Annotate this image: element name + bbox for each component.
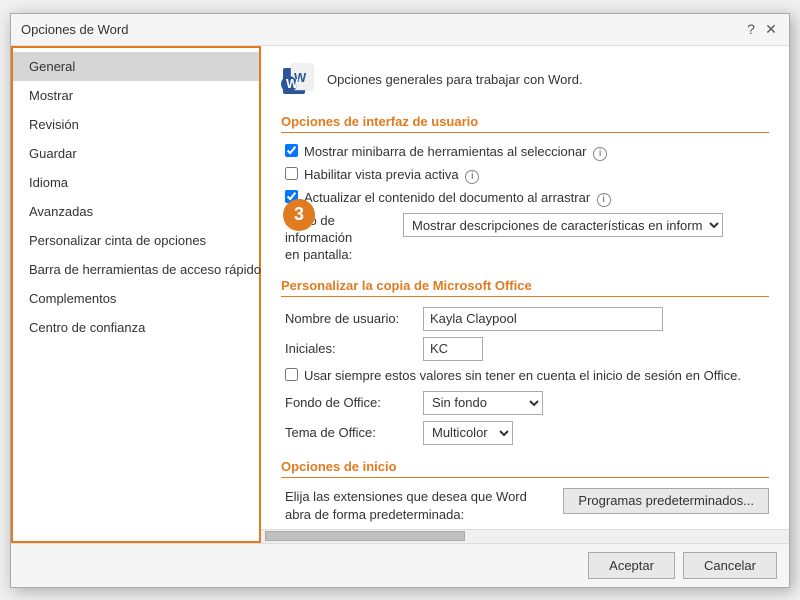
sidebar-item-centro-confianza[interactable]: Centro de confianza	[13, 313, 259, 342]
sidebar-item-revision[interactable]: Revisión	[13, 110, 259, 139]
fondo-row: Fondo de Office: Sin fondo	[281, 391, 769, 415]
option-actualizar-row: Actualizar el contenido del documento al…	[281, 189, 769, 207]
nombre-row: Nombre de usuario:	[281, 307, 769, 331]
title-bar-controls: ? ✕	[743, 21, 779, 37]
usar-siempre-row: Usar siempre estos valores sin tener en …	[281, 367, 769, 385]
dialog: Opciones de Word ? ✕ General Mostrar Rev…	[10, 13, 790, 588]
tema-select[interactable]: Multicolor	[423, 421, 513, 445]
estilo-select[interactable]: Mostrar descripciones de características…	[403, 213, 723, 237]
info-icon-vista-previa[interactable]: i	[465, 170, 479, 184]
dialog-title: Opciones de Word	[21, 22, 128, 37]
bottom-bar: Aceptar Cancelar	[11, 543, 789, 587]
info-icon-actualizar[interactable]: i	[597, 193, 611, 207]
sidebar: General Mostrar Revisión Guardar Idioma …	[11, 46, 261, 543]
close-button[interactable]: ✕	[763, 21, 779, 37]
sidebar-item-complementos[interactable]: Complementos	[13, 284, 259, 313]
sidebar-item-barra-herramientas[interactable]: Barra de herramientas de acceso rápido	[13, 255, 259, 284]
cancelar-button[interactable]: Cancelar	[683, 552, 777, 579]
tema-row: Tema de Office: Multicolor	[281, 421, 769, 445]
usar-siempre-label: Usar siempre estos valores sin tener en …	[304, 367, 741, 385]
iniciales-label: Iniciales:	[285, 341, 415, 356]
h-scroll-thumb[interactable]	[265, 531, 465, 541]
nombre-label: Nombre de usuario:	[285, 311, 415, 326]
fondo-label: Fondo de Office:	[285, 395, 415, 410]
option-vista-previa-row: Habilitar vista previa activa i	[281, 166, 769, 184]
aceptar-button[interactable]: Aceptar	[588, 552, 675, 579]
sidebar-item-personalizar-cinta[interactable]: Personalizar cinta de opciones	[13, 226, 259, 255]
option-vista-previa-label: Habilitar vista previa activa i	[304, 166, 479, 184]
main-header-text: Opciones generales para trabajar con Wor…	[327, 72, 583, 87]
sidebar-item-idioma[interactable]: Idioma	[13, 168, 259, 197]
help-button[interactable]: ?	[743, 21, 759, 37]
tema-label: Tema de Office:	[285, 425, 415, 440]
horizontal-scrollbar[interactable]	[261, 529, 789, 543]
svg-text:W: W	[286, 76, 299, 91]
programas-btn[interactable]: Programas predeterminados...	[563, 488, 769, 514]
iniciales-row: Iniciales:	[281, 337, 769, 361]
section-user-interface: Opciones de interfaz de usuario	[281, 114, 769, 133]
word-icon: W W	[281, 62, 317, 98]
sidebar-item-general[interactable]: General	[13, 52, 259, 81]
section-inicio: Opciones de inicio	[281, 459, 769, 478]
title-bar: Opciones de Word ? ✕	[11, 14, 789, 46]
main-header: W W Opciones generales para trabajar con…	[281, 62, 769, 98]
option-minibarra-row: Mostrar minibarra de herramientas al sel…	[281, 143, 769, 161]
sidebar-item-guardar[interactable]: Guardar	[13, 139, 259, 168]
checkbox-usar-siempre[interactable]	[285, 368, 298, 381]
info-icon-minibarra[interactable]: i	[593, 147, 607, 161]
nombre-input[interactable]	[423, 307, 663, 331]
checkbox-minibarra[interactable]	[285, 144, 298, 157]
estilo-row: Estilo deinformaciónen pantalla: Mostrar…	[281, 213, 769, 264]
extensiones-text: Elija las extensiones que desea que Word…	[285, 488, 547, 524]
checkbox-vista-previa[interactable]	[285, 167, 298, 180]
content-area: General Mostrar Revisión Guardar Idioma …	[11, 46, 789, 543]
main-content: W W Opciones generales para trabajar con…	[261, 46, 789, 529]
option-minibarra-label: Mostrar minibarra de herramientas al sel…	[304, 143, 607, 161]
fondo-select[interactable]: Sin fondo	[423, 391, 543, 415]
section-personalize: Personalizar la copia de Microsoft Offic…	[281, 278, 769, 297]
option-actualizar-label: Actualizar el contenido del documento al…	[304, 189, 611, 207]
step-badge: 3	[283, 199, 315, 231]
programas-row: Elija las extensiones que desea que Word…	[281, 488, 769, 524]
sidebar-item-avanzadas[interactable]: Avanzadas	[13, 197, 259, 226]
main-panel: W W Opciones generales para trabajar con…	[261, 46, 789, 543]
sidebar-item-mostrar[interactable]: Mostrar	[13, 81, 259, 110]
iniciales-input[interactable]	[423, 337, 483, 361]
